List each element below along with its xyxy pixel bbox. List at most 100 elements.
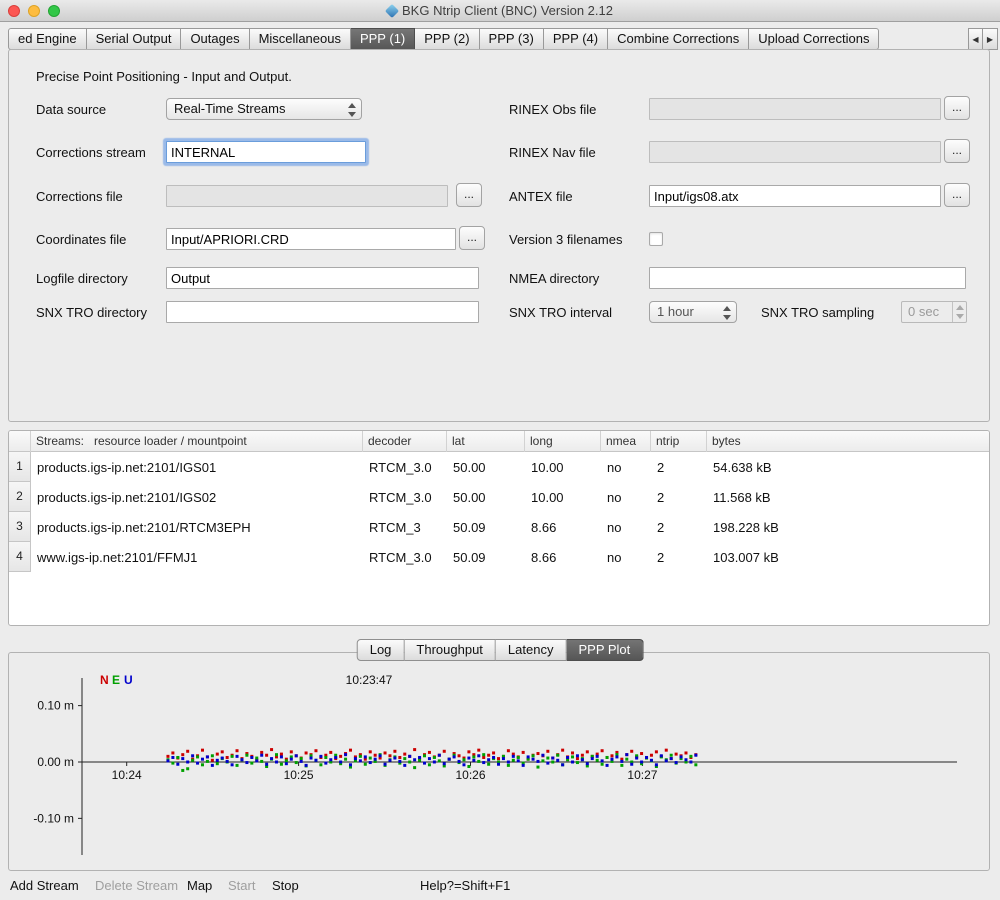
tab-ppp-3[interactable]: PPP (3) — [480, 28, 544, 50]
stop-button[interactable]: Stop — [272, 878, 299, 893]
cell-ntrip: 2 — [651, 460, 707, 475]
tab-scroll-left-icon[interactable]: ◀ — [968, 28, 983, 50]
nmea-dir-label: NMEA directory — [509, 271, 599, 286]
add-stream-button[interactable]: Add Stream — [10, 878, 79, 893]
svg-text:10:27: 10:27 — [627, 768, 657, 782]
traffic-lights — [8, 5, 60, 17]
cell-bytes: 103.007 kB — [707, 550, 989, 565]
row-number[interactable]: 4 — [9, 542, 31, 572]
svg-text:10:25: 10:25 — [284, 768, 314, 782]
cell-long: 10.00 — [525, 460, 601, 475]
header-mountpoint[interactable]: Streams: resource loader / mountpoint — [31, 431, 363, 452]
snx-tro-sampling-value: 0 sec — [908, 304, 939, 319]
table-row[interactable]: 2 products.igs-ip.net:2101/IGS02 RTCM_3.… — [9, 482, 989, 512]
popup-arrows-icon — [348, 102, 356, 118]
top-tabbar: ed Engine Serial Output Outages Miscella… — [8, 28, 879, 50]
map-button[interactable]: Map — [187, 878, 212, 893]
header-nmea[interactable]: nmea — [601, 431, 651, 452]
nmea-dir-input[interactable] — [649, 267, 966, 289]
data-source-dropdown[interactable]: Real-Time Streams — [166, 98, 362, 120]
tab-feed-engine[interactable]: ed Engine — [8, 28, 87, 50]
table-row[interactable]: 1 products.igs-ip.net:2101/IGS01 RTCM_3.… — [9, 452, 989, 482]
coordinates-file-input[interactable] — [166, 228, 456, 250]
snx-tro-interval-value: 1 hour — [657, 304, 694, 319]
cell-nmea: no — [601, 550, 651, 565]
rinex-nav-label: RINEX Nav file — [509, 145, 596, 160]
cell-decoder: RTCM_3 — [363, 520, 447, 535]
corrections-file-browse-button[interactable]: ... — [456, 183, 482, 207]
cell-long: 10.00 — [525, 490, 601, 505]
data-source-label: Data source — [36, 102, 106, 117]
antex-input[interactable] — [649, 185, 941, 207]
tab-combine-corrections[interactable]: Combine Corrections — [608, 28, 749, 50]
cell-long: 8.66 — [525, 520, 601, 535]
rinex-nav-browse-button[interactable]: ... — [944, 139, 970, 163]
tab-latency[interactable]: Latency — [496, 639, 567, 661]
row-number[interactable]: 3 — [9, 512, 31, 542]
cell-mountpoint: products.igs-ip.net:2101/IGS01 — [31, 460, 363, 475]
tab-log[interactable]: Log — [357, 639, 405, 661]
rinex-obs-input — [649, 98, 941, 120]
header-long[interactable]: long — [525, 431, 601, 452]
table-row[interactable]: 3 products.igs-ip.net:2101/RTCM3EPH RTCM… — [9, 512, 989, 542]
ppp-plot-panel: 0.10 m0.00 m-0.10 m10:2410:2510:2610:271… — [8, 652, 990, 871]
table-row[interactable]: 4 www.igs-ip.net:2101/FFMJ1 RTCM_3.0 50.… — [9, 542, 989, 572]
coordinates-file-label: Coordinates file — [36, 232, 126, 247]
svg-text:10:23:47: 10:23:47 — [346, 673, 393, 687]
tab-scroll-buttons: ◀ ▶ — [968, 28, 998, 50]
cell-mountpoint: www.igs-ip.net:2101/FFMJ1 — [31, 550, 363, 565]
logfile-dir-input[interactable] — [166, 267, 479, 289]
ppp-panel: Precise Point Positioning - Input and Ou… — [8, 49, 990, 422]
tab-ppp-1[interactable]: PPP (1) — [351, 28, 415, 50]
popup-arrows-icon — [723, 305, 731, 321]
coordinates-file-browse-button[interactable]: ... — [459, 226, 485, 250]
data-source-value: Real-Time Streams — [174, 101, 285, 116]
tab-ppp-4[interactable]: PPP (4) — [544, 28, 608, 50]
antex-browse-button[interactable]: ... — [944, 183, 970, 207]
corrections-stream-input[interactable] — [166, 141, 366, 163]
zoom-button[interactable] — [48, 5, 60, 17]
rinex-obs-browse-button[interactable]: ... — [944, 96, 970, 120]
tab-miscellaneous[interactable]: Miscellaneous — [250, 28, 351, 50]
snx-tro-sampling-spinner: 0 sec — [901, 301, 967, 323]
logfile-dir-label: Logfile directory — [36, 271, 128, 286]
titlebar: BKG Ntrip Client (BNC) Version 2.12 — [0, 0, 1000, 22]
minimize-button[interactable] — [28, 5, 40, 17]
tab-scroll-right-icon[interactable]: ▶ — [983, 28, 998, 50]
header-lat[interactable]: lat — [447, 431, 525, 452]
tab-throughput[interactable]: Throughput — [404, 639, 496, 661]
tab-serial-output[interactable]: Serial Output — [87, 28, 182, 50]
tab-upload-corrections[interactable]: Upload Corrections — [749, 28, 879, 50]
tab-ppp-plot[interactable]: PPP Plot — [566, 639, 643, 661]
start-button: Start — [228, 878, 255, 893]
corrections-stream-label: Corrections stream — [36, 145, 146, 160]
cell-bytes: 198.228 kB — [707, 520, 989, 535]
row-number[interactable]: 1 — [9, 452, 31, 482]
header-bytes[interactable]: bytes — [707, 431, 989, 452]
svg-text:U: U — [124, 673, 133, 687]
header-ntrip[interactable]: ntrip — [651, 431, 707, 452]
header-corner-cell — [9, 431, 31, 452]
svg-text:0.10 m: 0.10 m — [37, 699, 74, 713]
cell-bytes: 54.638 kB — [707, 460, 989, 475]
snx-tro-dir-input[interactable] — [166, 301, 479, 323]
header-decoder[interactable]: decoder — [363, 431, 447, 452]
cell-long: 8.66 — [525, 550, 601, 565]
v3-filenames-label: Version 3 filenames — [509, 232, 622, 247]
footer-toolbar: Add Stream Delete Stream Map Start Stop … — [0, 878, 1000, 900]
tab-ppp-2[interactable]: PPP (2) — [415, 28, 479, 50]
cell-nmea: no — [601, 520, 651, 535]
cell-ntrip: 2 — [651, 550, 707, 565]
streams-table: Streams: resource loader / mountpoint de… — [8, 430, 990, 626]
snx-tro-interval-dropdown[interactable]: 1 hour — [649, 301, 737, 323]
svg-text:10:24: 10:24 — [112, 768, 142, 782]
snx-tro-interval-label: SNX TRO interval — [509, 305, 612, 320]
close-button[interactable] — [8, 5, 20, 17]
svg-text:E: E — [112, 673, 120, 687]
row-number[interactable]: 2 — [9, 482, 31, 512]
cell-nmea: no — [601, 490, 651, 505]
cell-ntrip: 2 — [651, 520, 707, 535]
tab-outages[interactable]: Outages — [181, 28, 249, 50]
page-title: Precise Point Positioning - Input and Ou… — [36, 69, 292, 84]
v3-filenames-checkbox[interactable] — [649, 232, 663, 246]
